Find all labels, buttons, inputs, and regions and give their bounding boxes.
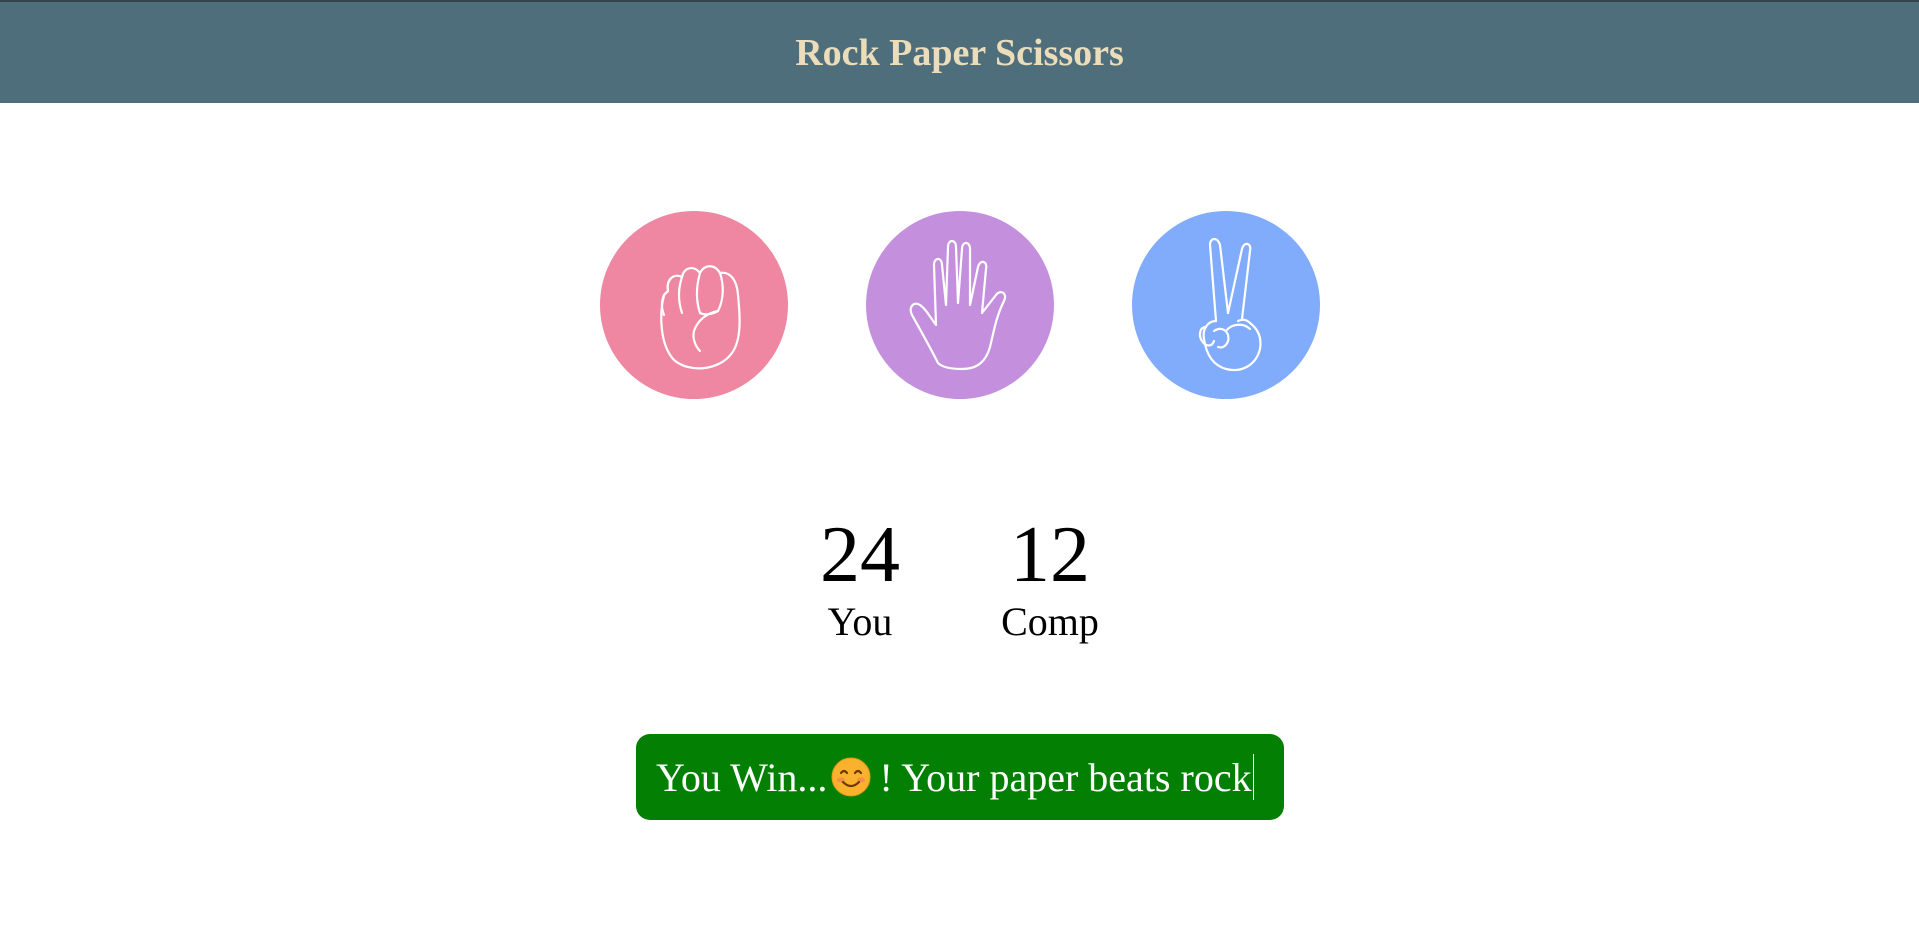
scissors-choice-button[interactable] [1132,211,1320,399]
paper-choice-button[interactable] [866,211,1054,399]
smiling-face-icon [831,757,871,797]
rock-choice-button[interactable] [600,211,788,399]
user-score-value: 24 [820,511,900,599]
scissors-peace-icon [1198,237,1262,372]
comp-score: 12 Comp [990,510,1110,644]
comp-score-label: Comp [1001,599,1099,644]
text-caret [1252,754,1254,800]
user-score-label: You [827,599,893,644]
comp-score-value: 12 [1010,511,1090,599]
paper-hand-icon [909,239,1007,371]
result-suffix: ! Your paper beats rock [879,754,1252,800]
result-prefix: You Win... [656,754,828,800]
user-score: 24 You [800,510,920,644]
page-title: Rock Paper Scissors [795,31,1124,74]
result-message: You Win... ! Your paper beats rock [636,734,1284,820]
app-header: Rock Paper Scissors [0,0,1919,103]
rock-fist-icon [660,265,741,370]
